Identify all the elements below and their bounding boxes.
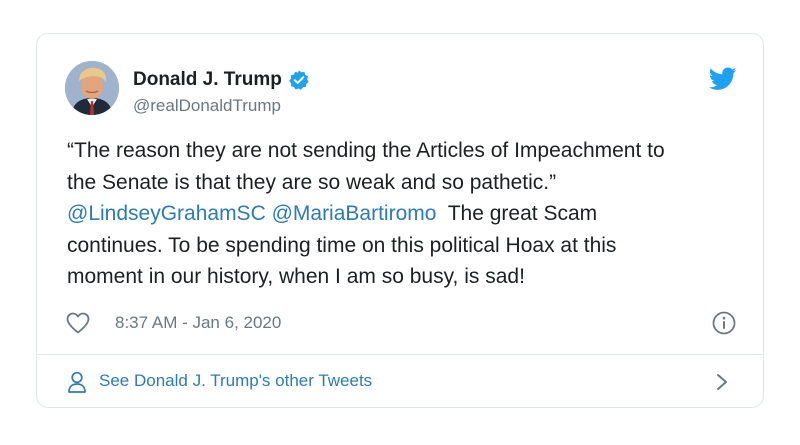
mention-link[interactable]: @LindseyGrahamSC (67, 202, 266, 225)
chevron-right-icon[interactable] (715, 372, 729, 392)
tweet-text-line: the Senate is that they are so weak and … (67, 170, 557, 194)
verified-badge-icon (288, 69, 310, 91)
tweet-text-line: moment in our history, when I am so busy… (67, 265, 525, 288)
author-info: Donald J. Trump @realDonaldTrump (133, 67, 310, 117)
author-display-name[interactable]: Donald J. Trump (133, 67, 282, 93)
avatar[interactable] (65, 61, 119, 115)
see-other-tweets-link[interactable]: See Donald J. Trump's other Tweets (37, 355, 763, 407)
heart-icon[interactable] (65, 311, 91, 335)
tweet-header: Donald J. Trump @realDonaldTrump (65, 61, 737, 123)
see-other-tweets-label[interactable]: See Donald J. Trump's other Tweets (99, 370, 372, 392)
tweet-text-line: continues. To be spending time on this p… (67, 233, 617, 257)
info-icon[interactable] (711, 310, 737, 336)
tweet-timestamp[interactable]: 8:37 AM - Jan 6, 2020 (115, 312, 281, 334)
tweet-text-line: @LindseyGrahamSC @MariaBartiromo The gre… (67, 198, 747, 230)
author-name-row: Donald J. Trump (133, 67, 310, 93)
mention-link[interactable]: @MariaBartiromo (272, 202, 437, 225)
user-icon (67, 371, 87, 393)
tweet-card: Donald J. Trump @realDonaldTrump “The re… (36, 33, 764, 408)
tweet-text-line: “The reason they are not sending the Art… (67, 139, 665, 162)
twitter-bird-icon[interactable] (708, 67, 737, 91)
tweet-text: “The reason they are not sending the Art… (67, 135, 747, 293)
tweet-text-fragment: The great Scam (447, 202, 598, 225)
author-handle[interactable]: @realDonaldTrump (133, 95, 310, 117)
tweet-meta: 8:37 AM - Jan 6, 2020 (65, 309, 737, 337)
